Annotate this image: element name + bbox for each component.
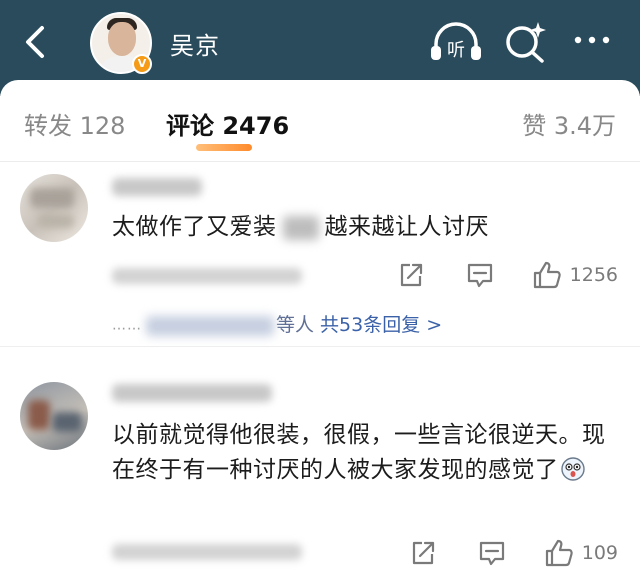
reply-authors-blurred — [146, 315, 274, 336]
thumbs-up-icon — [545, 539, 573, 567]
listen-icon: 听 — [431, 22, 481, 61]
comment-item: 太做作了又爱装 越来越让人讨厌 1256 …… 等人共53条回复 > — [0, 162, 640, 347]
more-button[interactable] — [570, 30, 614, 50]
comment-actions: 109 — [410, 538, 618, 568]
repost-icon — [400, 263, 422, 287]
repost-icon — [412, 541, 434, 565]
replies-summary[interactable]: …… 等人 共53条回复 > — [112, 310, 442, 336]
tab-like[interactable]: 赞 3.4万 — [522, 106, 616, 141]
verified-badge: V — [132, 54, 152, 74]
redacted-text — [282, 215, 319, 240]
comment-text: 太做作了又爱装 越来越让人讨厌 — [112, 210, 618, 245]
search-button[interactable] — [502, 18, 550, 64]
commenter-name-blurred[interactable] — [112, 384, 272, 402]
thumbs-up-icon — [533, 261, 561, 289]
profile-avatar[interactable]: V — [90, 12, 152, 74]
user-name[interactable]: 吴京 — [170, 26, 220, 61]
like-count: 1256 — [569, 264, 618, 286]
comment-text: 以前就觉得他很装，很假，一些言论很逆天。现在终于有一种讨厌的人被大家发现的感觉了 — [112, 418, 618, 488]
commenter-name-blurred[interactable] — [112, 178, 202, 196]
commenter-avatar[interactable] — [20, 382, 88, 450]
search-icon — [506, 22, 546, 63]
shocked-face-emoji-icon — [560, 457, 585, 481]
view-replies-link[interactable]: 共53条回复 > — [320, 314, 442, 336]
back-icon — [26, 26, 44, 58]
listen-button[interactable]: 听 — [428, 20, 484, 64]
reply-button[interactable] — [478, 540, 506, 566]
comment-meta-blurred — [112, 266, 302, 286]
more-icon — [574, 36, 610, 44]
like-button[interactable]: 1256 — [532, 261, 618, 289]
like-count: 109 — [581, 542, 618, 564]
tab-comment[interactable]: 评论 2476 — [166, 106, 289, 141]
comment-text-part2: 越来越让人讨厌 — [324, 214, 489, 240]
repost-button[interactable] — [410, 540, 436, 566]
svg-text:听: 听 — [447, 40, 465, 61]
comment-icon — [467, 263, 492, 288]
repost-button[interactable] — [398, 262, 424, 288]
commenter-avatar[interactable] — [20, 174, 88, 242]
comment-item: 以前就觉得他很装，很假，一些言论很逆天。现在终于有一种讨厌的人被大家发现的感觉了 — [0, 348, 640, 572]
back-button[interactable] — [18, 22, 54, 62]
tab-bar: 转发 128 评论 2476 赞 3.4万 — [0, 80, 640, 162]
replies-dots: …… — [112, 317, 142, 334]
active-tab-indicator — [196, 144, 252, 151]
comment-text-part1: 太做作了又爱装 — [112, 214, 277, 240]
comment-meta-blurred — [112, 542, 302, 562]
comment-actions: 1256 — [398, 260, 618, 290]
comment-icon — [479, 541, 504, 566]
comment-text-body: 以前就觉得他很装，很假，一些言论很逆天。现在终于有一种讨厌的人被大家发现的感觉了 — [112, 422, 606, 483]
replies-suffix: 等人 — [276, 314, 315, 336]
reply-button[interactable] — [466, 262, 494, 288]
tab-repost[interactable]: 转发 128 — [24, 106, 125, 141]
like-button[interactable]: 109 — [544, 539, 618, 567]
